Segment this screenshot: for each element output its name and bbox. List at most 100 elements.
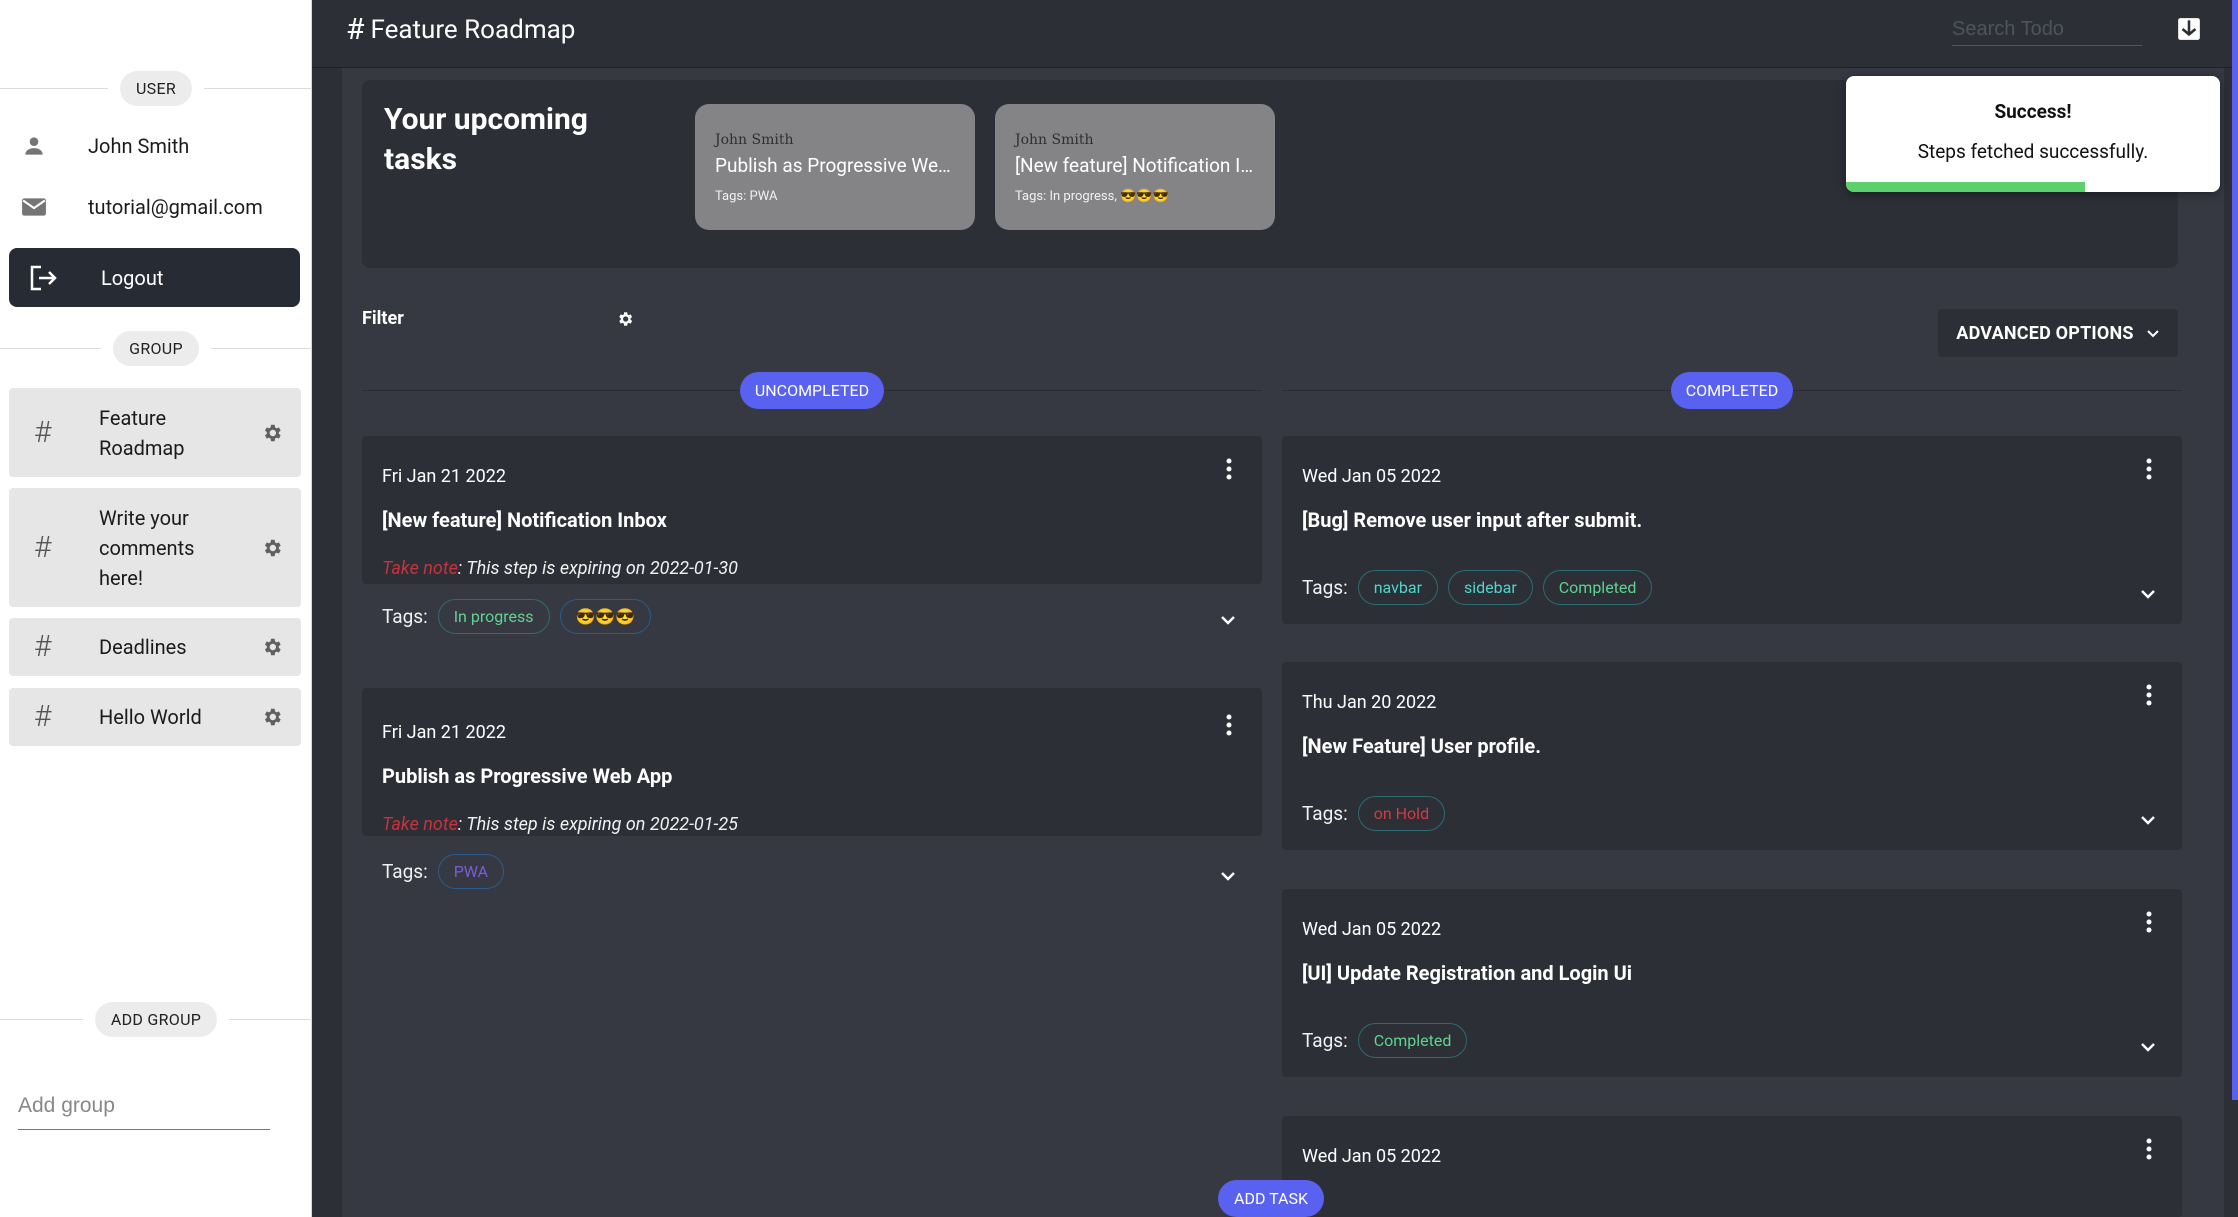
tag-chip[interactable]: on Hold <box>1357 796 1446 831</box>
task-note: Take note: This step is expiring on 2022… <box>382 814 738 835</box>
task-title: [New Feature] User profile. <box>1302 734 1542 758</box>
hash-icon: # <box>34 699 52 734</box>
tag-chip[interactable]: 😎😎😎 <box>559 599 652 634</box>
gear-icon[interactable] <box>616 310 634 332</box>
search-todo-input[interactable] <box>1952 14 2142 46</box>
gear-icon[interactable] <box>243 422 301 444</box>
logout-label: Logout <box>101 265 164 290</box>
user-chip: USER <box>119 70 193 106</box>
tags-label: Tags: <box>1302 576 1348 599</box>
more-vert-icon[interactable] <box>1226 714 1232 740</box>
card-tags: Tags: PWA <box>715 189 778 204</box>
card-author: John Smith <box>715 132 794 148</box>
success-toast[interactable]: Success! Steps fetched successfully. <box>1846 76 2220 192</box>
logout-icon <box>29 265 59 291</box>
task-tags: Tags: Completed <box>1302 1023 1468 1058</box>
more-vert-icon[interactable] <box>2146 1138 2152 1164</box>
add-group-chip: ADD GROUP <box>94 1001 218 1037</box>
task-card[interactable]: Fri Jan 21 2022 Publish as Progressive W… <box>362 688 1262 889</box>
user-email-row: tutorial@gmail.com <box>20 193 263 221</box>
sidebar: USER John Smith tutorial@gmail.com Logou… <box>0 0 312 1217</box>
task-note: Take note: This step is expiring on 2022… <box>382 558 738 579</box>
card-title: Publish as Progressive Web App <box>715 154 955 177</box>
toast-progress-bar <box>1846 182 2086 192</box>
more-vert-icon[interactable] <box>1226 458 1232 484</box>
tag-chip[interactable]: Completed <box>1542 570 1653 605</box>
task-title: [New feature] Notification Inbox <box>382 508 667 532</box>
task-card[interactable]: Wed Jan 05 2022 [Bug] Remove user input … <box>1282 436 2182 624</box>
task-tags: Tags: on Hold <box>1302 796 1446 831</box>
more-vert-icon[interactable] <box>2146 458 2152 484</box>
upcoming-title: Your upcoming tasks <box>384 102 588 177</box>
task-tags: Tags: navbar sidebar Completed <box>1302 570 1653 605</box>
upcoming-card[interactable]: John Smith [New feature] Notification In… <box>995 104 1275 230</box>
task-date: Wed Jan 05 2022 <box>1302 466 1442 487</box>
person-icon <box>20 132 48 160</box>
task-card[interactable]: Wed Jan 05 2022 <box>1282 1116 2182 1217</box>
task-tags: Tags: PWA <box>382 854 505 889</box>
hash-icon: # <box>34 629 52 664</box>
task-card[interactable]: Fri Jan 21 2022 [New feature] Notificati… <box>362 436 1262 634</box>
completed-header: COMPLETED <box>1282 371 2182 409</box>
hash-icon: # <box>34 414 52 450</box>
chevron-down-icon[interactable] <box>2140 810 2156 829</box>
tag-chip[interactable]: Completed <box>1357 1023 1468 1058</box>
tags-label: Tags: <box>382 860 428 883</box>
advanced-options-button[interactable]: ADVANCED OPTIONS <box>1938 309 2178 357</box>
tag-chip[interactable]: In progress <box>437 599 550 634</box>
chevron-down-icon[interactable] <box>1220 610 1236 629</box>
chevron-down-icon[interactable] <box>1220 866 1236 885</box>
task-title: Publish as Progressive Web App <box>382 764 673 788</box>
group-item-deadlines[interactable]: # Deadlines <box>9 618 301 676</box>
group-item-hello-world[interactable]: # Hello World <box>9 688 301 746</box>
scrollbar[interactable] <box>2232 0 2238 1100</box>
gear-icon[interactable] <box>243 537 301 559</box>
mail-icon <box>20 193 48 221</box>
tags-label: Tags: <box>1302 802 1348 825</box>
tags-label: Tags: <box>382 605 428 628</box>
task-date: Fri Jan 21 2022 <box>382 466 506 487</box>
advanced-options-label: ADVANCED OPTIONS <box>1956 322 2134 344</box>
filter-label: Filter <box>362 308 404 329</box>
group-label: Deadlines <box>99 635 187 659</box>
group-chip: GROUP <box>113 330 199 366</box>
note-text: : This step is expiring on 2022-01-25 <box>457 814 738 835</box>
tags-label: Tags: <box>1302 1029 1348 1052</box>
group-label: Hello World <box>99 705 202 729</box>
group-label: Write your comments here! <box>99 505 195 590</box>
page-title-text: Feature Roadmap <box>370 14 576 45</box>
chevron-down-icon[interactable] <box>2140 584 2156 603</box>
gear-icon[interactable] <box>243 636 301 658</box>
upcoming-card[interactable]: John Smith Publish as Progressive Web Ap… <box>695 104 975 230</box>
inbox-icon[interactable] <box>2176 16 2202 46</box>
main-content: Your upcoming tasks John Smith Publish a… <box>342 68 2224 1217</box>
more-vert-icon[interactable] <box>2146 911 2152 937</box>
add-group-divider: ADD GROUP <box>0 1001 312 1037</box>
more-vert-icon[interactable] <box>2146 684 2152 710</box>
gear-icon[interactable] <box>243 706 301 728</box>
uncompleted-pill[interactable]: UNCOMPLETED <box>739 371 885 409</box>
user-name: John Smith <box>88 134 190 158</box>
add-task-button[interactable]: ADD TASK <box>1218 1180 1324 1217</box>
logout-button[interactable]: Logout <box>9 248 300 307</box>
card-author: John Smith <box>1015 132 1094 148</box>
task-date: Wed Jan 05 2022 <box>1302 919 1442 940</box>
task-title: [Bug] Remove user input after submit. <box>1302 508 1643 532</box>
chevron-down-icon <box>2146 323 2160 344</box>
task-tags: Tags: In progress 😎😎😎 <box>382 599 652 634</box>
completed-pill[interactable]: COMPLETED <box>1670 371 1794 409</box>
group-item-write-your-comments[interactable]: # Write your comments here! <box>9 488 301 607</box>
add-group-input[interactable] <box>18 1082 270 1130</box>
tag-chip[interactable]: PWA <box>437 854 505 889</box>
task-date: Fri Jan 21 2022 <box>382 722 506 743</box>
tag-chip[interactable]: sidebar <box>1447 570 1533 605</box>
toast-message: Steps fetched successfully. <box>1917 140 2149 163</box>
user-section-divider: USER <box>0 70 312 106</box>
toast-title: Success! <box>1994 100 2072 123</box>
tag-chip[interactable]: navbar <box>1357 570 1438 605</box>
task-card[interactable]: Thu Jan 20 2022 [New Feature] User profi… <box>1282 662 2182 850</box>
hash-icon: # <box>34 529 52 565</box>
group-item-feature-roadmap[interactable]: # Feature Roadmap <box>9 388 301 477</box>
task-card[interactable]: Wed Jan 05 2022 [UI] Update Registration… <box>1282 889 2182 1077</box>
chevron-down-icon[interactable] <box>2140 1037 2156 1056</box>
